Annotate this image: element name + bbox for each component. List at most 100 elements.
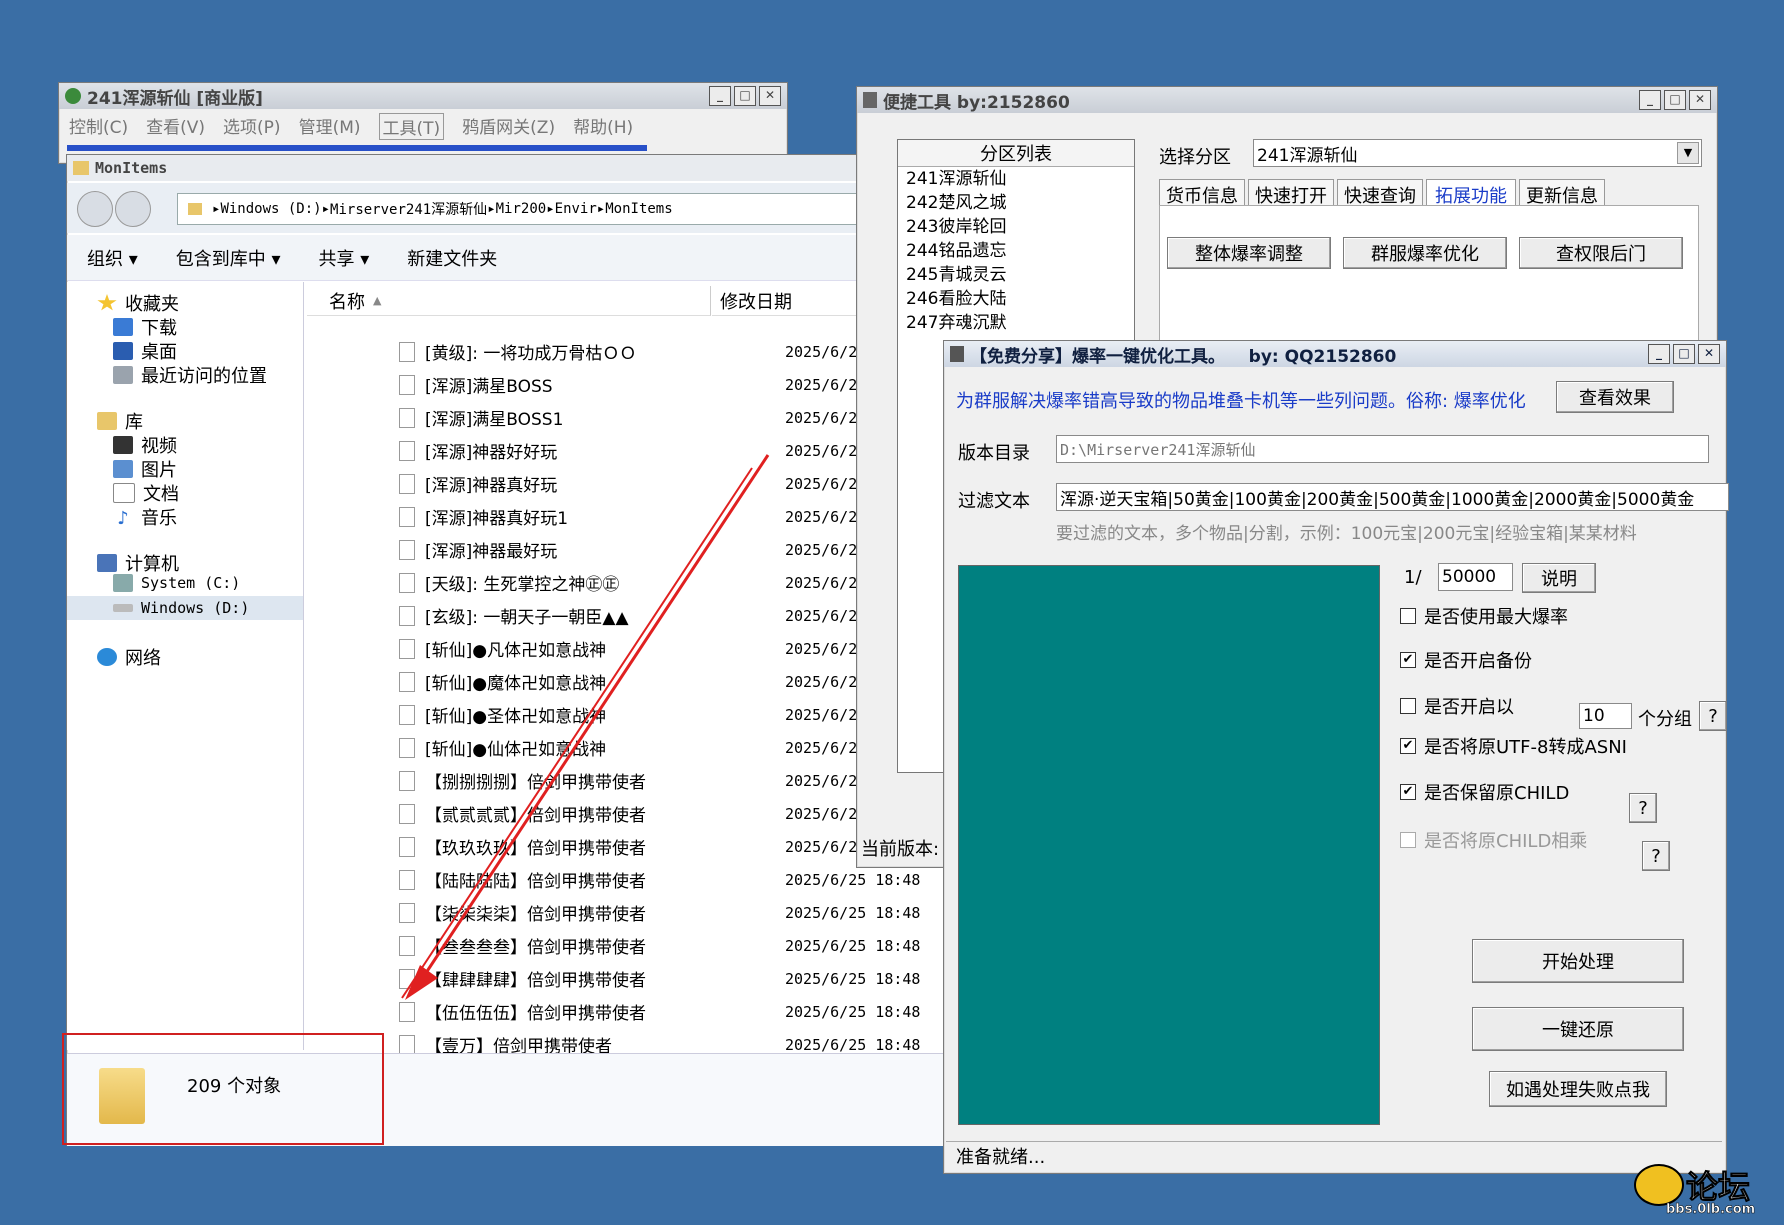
forward-nav-button[interactable] bbox=[115, 191, 151, 227]
file-row[interactable]: 【陆陆陆陆】倍剑甲携带使者2025/6/25 18:48文本 bbox=[399, 865, 999, 894]
option-checkbox[interactable]: 是否开启以 bbox=[1400, 693, 1514, 719]
option-label: 是否保留原CHILD bbox=[1424, 783, 1570, 804]
crumb-monitems[interactable]: MonItems bbox=[605, 201, 672, 217]
child-help-button[interactable]: ? bbox=[1629, 793, 1657, 823]
filter-input[interactable]: 浑源·逆天宝箱|50黄金|100黄金|200黄金|500黄金|1000黄金|20… bbox=[1056, 483, 1729, 511]
ratio-input[interactable]: 50000 bbox=[1438, 563, 1513, 591]
minimize-button[interactable]: _ bbox=[709, 86, 731, 106]
site-watermark: 论坛 bbs.0lb.com bbox=[1630, 1162, 1780, 1218]
version-dir-input[interactable]: D:\Mirserver241浑源斩仙 bbox=[1056, 435, 1709, 463]
current-version-label: 当前版本: bbox=[861, 839, 940, 860]
optimizer-titlebar[interactable]: 【免费分享】爆率一键优化工具。 by: QQ2152860 _ □ ✕ bbox=[944, 341, 1726, 367]
file-row[interactable]: 【肆肆肆肆】倍剑甲携带使者2025/6/25 18:48文本 bbox=[399, 964, 999, 993]
file-date: 2025/6/25 18:48 bbox=[785, 1035, 921, 1054]
explain-button[interactable]: 说明 bbox=[1522, 563, 1596, 593]
zone-item[interactable]: 247弃魂沉默 bbox=[906, 311, 1134, 335]
option-label: 是否开启备份 bbox=[1424, 651, 1532, 672]
share-button[interactable]: 共享 ▾ bbox=[319, 245, 370, 271]
close-button[interactable]: ✕ bbox=[1689, 90, 1711, 110]
zone-item[interactable]: 243彼岸轮回 bbox=[906, 215, 1134, 239]
maximize-button[interactable]: □ bbox=[1673, 344, 1695, 364]
optimizer-title: 【免费分享】爆率一键优化工具。 by: QQ2152860 bbox=[970, 346, 1397, 367]
file-row[interactable]: 【柒柒柒柒】倍剑甲携带使者2025/6/25 18:48文本 bbox=[399, 898, 999, 927]
text-file-icon bbox=[399, 737, 415, 758]
folder-icon bbox=[73, 161, 89, 175]
zone-select[interactable]: 241浑源斩仙 ▼ bbox=[1253, 139, 1702, 167]
crumb-envir[interactable]: Envir bbox=[555, 201, 597, 217]
minimize-button[interactable]: _ bbox=[1648, 344, 1670, 364]
fail-help-button[interactable]: 如遇处理失败点我 bbox=[1489, 1071, 1667, 1107]
nav-recent[interactable]: 最近访问的位置 bbox=[113, 362, 267, 388]
nav-network[interactable]: 网络 bbox=[97, 644, 161, 670]
text-file-icon bbox=[399, 341, 415, 362]
zone-item[interactable]: 242楚风之城 bbox=[906, 191, 1134, 215]
new-folder-button[interactable]: 新建文件夹 bbox=[407, 245, 497, 271]
version-dir-label: 版本目录 bbox=[958, 443, 1030, 464]
text-file-icon bbox=[399, 407, 415, 428]
nav-documents[interactable]: 文档 bbox=[113, 480, 179, 506]
overall-drop-rate-button[interactable]: 整体爆率调整 bbox=[1167, 237, 1331, 269]
nav-downloads[interactable]: 下载 bbox=[113, 314, 177, 340]
nav-videos[interactable]: 视频 bbox=[113, 432, 177, 458]
log-output-area[interactable] bbox=[958, 565, 1380, 1125]
child-multiply-help-button[interactable]: ? bbox=[1642, 841, 1670, 871]
document-icon bbox=[113, 483, 135, 503]
file-name: [斩仙]●仙体卍如意战神 bbox=[425, 740, 607, 760]
nav-desktop[interactable]: 桌面 bbox=[113, 338, 177, 364]
nav-favorites[interactable]: 收藏夹 bbox=[97, 290, 179, 316]
restore-button[interactable]: 一键还原 bbox=[1472, 1007, 1684, 1051]
menu-help[interactable]: 帮助(H) bbox=[573, 113, 633, 140]
option-checkbox[interactable]: ✔ 是否将原UTF-8转成ASNI bbox=[1400, 733, 1627, 759]
address-bar[interactable]: ▸ Windows (D:) ▸ Mirserver241浑源斩仙 ▸ Mir2… bbox=[177, 193, 939, 225]
back-nav-button[interactable] bbox=[77, 191, 113, 227]
menu-control[interactable]: 控制(C) bbox=[69, 113, 128, 140]
option-checkbox[interactable]: ✔ 是否保留原CHILD bbox=[1400, 779, 1569, 805]
zone-item[interactable]: 241浑源斩仙 bbox=[906, 167, 1134, 191]
nav-drive-d[interactable]: Windows (D:) bbox=[67, 596, 303, 620]
minimize-button[interactable]: _ bbox=[1639, 90, 1661, 110]
menu-view[interactable]: 查看(V) bbox=[146, 113, 205, 140]
nav-pictures[interactable]: 图片 bbox=[113, 456, 177, 482]
explorer-titlebar[interactable]: MonItems bbox=[67, 155, 947, 181]
option-checkbox[interactable]: ✔ 是否开启备份 bbox=[1400, 647, 1532, 673]
menu-gateway[interactable]: 鸦盾网关(Z) bbox=[462, 113, 555, 140]
zone-item[interactable]: 244铭品遗忘 bbox=[906, 239, 1134, 263]
include-library-button[interactable]: 包含到库中 ▾ bbox=[176, 245, 281, 271]
menu-options[interactable]: 选项(P) bbox=[223, 113, 281, 140]
file-row[interactable]: 【叁叁叁叁】倍剑甲携带使者2025/6/25 18:48文本 bbox=[399, 931, 999, 960]
group-count-input[interactable]: 10 bbox=[1579, 703, 1632, 729]
quick-tool-titlebar[interactable]: 便捷工具 by:2152860 _ □ ✕ bbox=[857, 87, 1717, 113]
nav-drive-c[interactable]: System (C:) bbox=[113, 574, 240, 592]
check-backdoor-button[interactable]: 查权限后门 bbox=[1519, 237, 1683, 269]
menu-tools[interactable]: 工具(T) bbox=[378, 113, 445, 140]
nav-libraries[interactable]: 库 bbox=[97, 408, 143, 434]
zone-item[interactable]: 246看脸大陆 bbox=[906, 287, 1134, 311]
maximize-button[interactable]: □ bbox=[734, 86, 756, 106]
crumb-server[interactable]: Mirserver241浑源斩仙 bbox=[330, 199, 487, 219]
crumb-mir200[interactable]: Mir200 bbox=[496, 201, 547, 217]
option-checkbox[interactable]: 是否使用最大爆率 bbox=[1400, 603, 1568, 629]
start-process-button[interactable]: 开始处理 bbox=[1472, 939, 1684, 983]
file-name: [浑源]满星BOSS bbox=[425, 377, 553, 397]
nav-music[interactable]: ♪ 音乐 bbox=[113, 504, 177, 530]
drive-icon bbox=[113, 574, 133, 592]
group-help-button[interactable]: ? bbox=[1699, 701, 1727, 731]
option-label: 是否使用最大爆率 bbox=[1424, 607, 1568, 628]
crumb-drive[interactable]: Windows (D:) bbox=[220, 201, 321, 217]
column-header-name[interactable]: 名称 ▲ bbox=[307, 286, 711, 316]
text-file-icon bbox=[399, 770, 415, 791]
organize-button[interactable]: 组织 ▾ bbox=[87, 245, 138, 271]
file-row[interactable]: 【伍伍伍伍】倍剑甲携带使者2025/6/25 18:48文本 bbox=[399, 997, 999, 1026]
close-button[interactable]: ✕ bbox=[759, 86, 781, 106]
menu-manage[interactable]: 管理(M) bbox=[299, 113, 361, 140]
maximize-button[interactable]: □ bbox=[1664, 90, 1686, 110]
group-drop-rate-button[interactable]: 群服爆率优化 bbox=[1343, 237, 1507, 269]
zone-item[interactable]: 245青城灵云 bbox=[906, 263, 1134, 287]
file-name: [浑源]神器好好玩 bbox=[425, 443, 558, 463]
close-button[interactable]: ✕ bbox=[1698, 344, 1720, 364]
nav-computer[interactable]: 计算机 bbox=[97, 550, 179, 576]
text-file-icon bbox=[399, 836, 415, 857]
view-effect-button[interactable]: 查看效果 bbox=[1556, 381, 1674, 413]
chevron-down-icon[interactable]: ▼ bbox=[1677, 142, 1699, 164]
back-window-titlebar[interactable]: 241浑源斩仙 [商业版] _ □ ✕ bbox=[59, 83, 787, 109]
